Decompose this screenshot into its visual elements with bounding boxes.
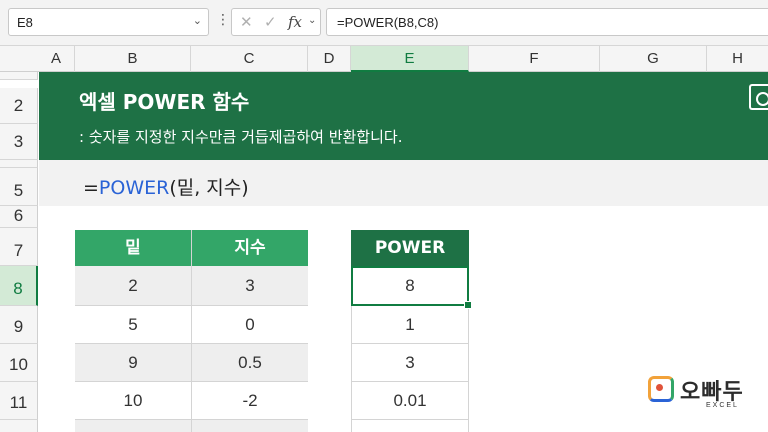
syntax-function-name: POWER	[98, 177, 170, 199]
table-cell-c8[interactable]: 3	[192, 266, 308, 306]
page-title: 엑셀 POWER 함수	[79, 90, 250, 114]
syntax-arguments: (밑, 지수)	[169, 177, 249, 199]
table-cell-b9[interactable]: 5	[75, 306, 191, 344]
column-header-f[interactable]: F	[469, 46, 600, 72]
table-header-base[interactable]: 밑	[75, 230, 191, 266]
cancel-icon[interactable]: ✕	[240, 13, 253, 31]
row-header-11[interactable]: 11	[0, 382, 38, 420]
table-header-exponent[interactable]: 지수	[192, 230, 308, 266]
insert-function-icon[interactable]: fx	[288, 13, 302, 31]
column-header-b[interactable]: B	[75, 46, 191, 72]
result-cell-e10[interactable]: 3	[351, 344, 469, 382]
page-subtitle: : 숫자를 지정한 지수만큼 거듭제곱하여 반환합니다.	[79, 128, 403, 146]
row-header-2[interactable]: 2	[0, 88, 38, 124]
result-cell-e12[interactable]	[351, 420, 469, 432]
result-header[interactable]: POWER	[351, 230, 469, 266]
brand-logo: 오빠두 EXCEL	[648, 374, 758, 414]
row-header-hidden[interactable]	[0, 72, 38, 80]
row-header-4[interactable]	[0, 160, 38, 168]
table-cell-b12[interactable]	[75, 420, 191, 432]
formula-buttons: ✕ ✓ fx ⌄	[231, 8, 321, 36]
row-header-8[interactable]: 8	[0, 266, 38, 306]
row-header-7[interactable]: 7	[0, 228, 38, 266]
logo-subtitle: EXCEL	[706, 402, 739, 409]
table-cell-b8[interactable]: 2	[75, 266, 191, 306]
result-cell-e9[interactable]: 1	[351, 306, 469, 344]
column-header-c[interactable]: C	[191, 46, 308, 72]
table-cell-b10[interactable]: 9	[75, 344, 191, 382]
name-box-value: E8	[17, 15, 33, 30]
table-cell-c12[interactable]	[192, 420, 308, 432]
column-header-g[interactable]: G	[600, 46, 707, 72]
table-cell-c9[interactable]: 0	[192, 306, 308, 344]
formula-text: =POWER(B8,C8)	[337, 15, 439, 30]
chevron-down-icon[interactable]: ⌄	[193, 14, 202, 27]
formula-bar: E8 ⌄ ⋮ ✕ ✓ fx ⌄ =POWER(B8,C8)	[0, 0, 768, 46]
column-header-e[interactable]: E	[351, 46, 469, 72]
result-cell-e11[interactable]: 0.01	[351, 382, 469, 420]
column-header-a[interactable]: A	[38, 46, 75, 72]
table-cell-b11[interactable]: 10	[75, 382, 191, 420]
name-box[interactable]: E8 ⌄	[8, 8, 209, 36]
enter-icon[interactable]: ✓	[264, 13, 277, 31]
column-headers: A B C D E F G H	[0, 46, 768, 72]
more-options-icon[interactable]: ⋮	[216, 12, 230, 28]
function-syntax: =POWER(밑, 지수)	[83, 173, 249, 200]
table-cell-c11[interactable]: -2	[192, 382, 308, 420]
row-header-5[interactable]: 5	[0, 168, 38, 206]
syntax-equals: =	[83, 177, 99, 199]
row-header-10[interactable]: 10	[0, 344, 38, 382]
logo-icon	[648, 376, 674, 402]
camera-icon[interactable]	[749, 84, 768, 110]
row-header-12[interactable]	[0, 420, 38, 432]
column-header-h[interactable]: H	[707, 46, 768, 72]
formula-input[interactable]: =POWER(B8,C8)	[326, 8, 768, 36]
row-header-3[interactable]: 3	[0, 124, 38, 160]
row-header-6[interactable]: 6	[0, 206, 38, 228]
chevron-down-icon[interactable]: ⌄	[308, 15, 316, 26]
syntax-row: =POWER(밑, 지수)	[39, 160, 768, 206]
title-banner: 엑셀 POWER 함수 : 숫자를 지정한 지수만큼 거듭제곱하여 반환합니다.	[39, 72, 768, 160]
column-header-d[interactable]: D	[308, 46, 351, 72]
active-cell-selection[interactable]	[351, 266, 472, 309]
table-cell-c10[interactable]: 0.5	[192, 344, 308, 382]
table-divider	[191, 230, 192, 432]
row-header-9[interactable]: 9	[0, 306, 38, 344]
